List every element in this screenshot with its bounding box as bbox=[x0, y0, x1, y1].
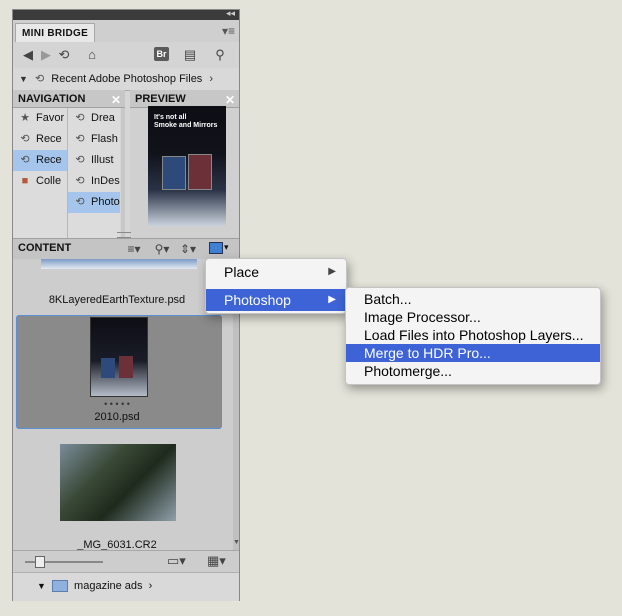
submenu-item-batch[interactable]: Batch... bbox=[346, 290, 600, 308]
folder-icon bbox=[51, 580, 68, 593]
breadcrumb-label[interactable]: Recent Adobe Photoshop Files bbox=[51, 73, 202, 85]
tools-dropdown-icon[interactable]: ▾ bbox=[224, 242, 229, 253]
forward-icon[interactable]: ▶ bbox=[37, 46, 55, 64]
rating-dots[interactable]: • • • • • bbox=[13, 399, 221, 409]
recent-icon: ⟲ bbox=[75, 175, 85, 187]
bridge-icon[interactable]: Br bbox=[154, 47, 169, 61]
sort-icon[interactable]: ≡▾ bbox=[125, 240, 143, 258]
recent-icon: ⟲ bbox=[20, 154, 30, 166]
content-footer: ▭▾ ▦▾ bbox=[13, 550, 239, 573]
close-preview-icon[interactable]: ✕ bbox=[225, 91, 235, 109]
nav-item-collections[interactable]: ■ Colle bbox=[13, 171, 67, 192]
path-chevron-icon[interactable]: › bbox=[149, 580, 153, 592]
panel-menu-icon[interactable]: ▾≡ bbox=[222, 24, 235, 38]
preview-text-2: Smoke and Mirrors bbox=[154, 122, 218, 129]
scroll-down-icon[interactable]: ▼ bbox=[233, 539, 240, 546]
submenu-arrow-icon: ▶ bbox=[328, 294, 336, 305]
nav-item-dreamweaver[interactable]: ⟲ Drea bbox=[68, 108, 120, 129]
nav-item-recent-files[interactable]: ⟲ Rece bbox=[13, 150, 67, 171]
nav-item-flash[interactable]: ⟲ Flash bbox=[68, 129, 120, 150]
tab-mini-bridge[interactable]: MINI BRIDGE bbox=[15, 23, 96, 43]
preview-title: PREVIEW bbox=[135, 93, 186, 105]
recent-icon: ⟲ bbox=[75, 133, 85, 145]
zoom-slider-handle[interactable] bbox=[35, 556, 45, 568]
nav-scrollbar[interactable] bbox=[121, 108, 125, 238]
collection-icon: ■ bbox=[21, 175, 29, 187]
menu-item-label: Place bbox=[224, 264, 260, 280]
thumb-box-right bbox=[119, 356, 133, 378]
stack-icon[interactable]: ⇕▾ bbox=[179, 240, 197, 258]
recent-icon: ⟲ bbox=[75, 196, 85, 208]
breadcrumb-chevron-icon[interactable]: › bbox=[209, 73, 213, 85]
back-icon[interactable]: ◀ bbox=[19, 46, 37, 64]
toolbar: ◀ ▶ ⟲ ⌂ Br ▤ ⚲ bbox=[13, 42, 239, 69]
preview-text-1: It's not all bbox=[154, 114, 187, 121]
navigation-list-secondary: ⟲ Drea ⟲ Flash ⟲ Illust ⟲ InDes ⟲ Photo bbox=[68, 108, 120, 238]
panel-titlebar[interactable]: ◂◂ bbox=[13, 8, 239, 20]
submenu-item-image-processor[interactable]: Image Processor... bbox=[346, 308, 600, 326]
breadcrumb: ▼ ⟲ Recent Adobe Photoshop Files › bbox=[13, 68, 239, 91]
path-bar: ▼ magazine ads › bbox=[13, 572, 239, 601]
view-mode-icon[interactable]: ▭▾ bbox=[167, 552, 186, 570]
tools-menu: Place ▶ Photoshop ▶ bbox=[205, 258, 347, 314]
content-title: CONTENT bbox=[18, 242, 72, 254]
path-dropdown-icon[interactable]: ▼ bbox=[37, 581, 46, 591]
navigation-header: NAVIGATION ✕ bbox=[13, 90, 125, 108]
path-label[interactable]: magazine ads bbox=[74, 580, 143, 592]
content-list: 8KLayeredEarthTexture.psd • • • • • 2010… bbox=[13, 259, 233, 550]
recent-icon: ⟲ bbox=[75, 154, 85, 166]
content-header: CONTENT ≡▾ ⚲▾ ⇕▾ ▾ bbox=[13, 238, 239, 260]
nav-item-illustrator[interactable]: ⟲ Illust bbox=[68, 150, 120, 171]
nav-item-photoshop[interactable]: ⟲ Photo bbox=[68, 192, 120, 213]
grid-view-icon[interactable]: ▦▾ bbox=[207, 552, 226, 570]
star-icon: ★ bbox=[20, 112, 30, 124]
navigation-title: NAVIGATION bbox=[18, 93, 86, 105]
file-name[interactable]: 8KLayeredEarthTexture.psd bbox=[13, 294, 221, 306]
photoshop-submenu: Batch... Image Processor... Load Files i… bbox=[345, 287, 601, 385]
preview-image: It's not all Smoke and Mirrors bbox=[148, 106, 226, 226]
filter-icon[interactable]: ⚲▾ bbox=[153, 240, 171, 258]
submenu-item-merge-hdr[interactable]: Merge to HDR Pro... bbox=[346, 344, 600, 362]
collapse-icon[interactable]: ◂◂ bbox=[226, 8, 235, 19]
recent-icon: ⟲ bbox=[20, 133, 30, 145]
view-options-icon[interactable]: ▤ bbox=[181, 46, 199, 64]
tools-icon[interactable] bbox=[209, 242, 223, 254]
file-name[interactable]: _MG_6031.CR2 bbox=[13, 539, 221, 550]
menu-item-label: Photoshop bbox=[224, 292, 291, 308]
search-icon[interactable]: ⚲ bbox=[211, 46, 229, 64]
menu-item-place[interactable]: Place ▶ bbox=[206, 261, 346, 283]
thumb-mg-6031[interactable] bbox=[60, 444, 176, 521]
file-name[interactable]: 2010.psd bbox=[13, 411, 221, 423]
submenu-item-photomerge[interactable]: Photomerge... bbox=[346, 362, 600, 380]
thumb-earth-texture[interactable] bbox=[41, 259, 197, 269]
nav-item-recent-folders[interactable]: ⟲ Rece bbox=[13, 129, 67, 150]
nav-item-indesign[interactable]: ⟲ InDes bbox=[68, 171, 120, 192]
breadcrumb-dropdown-icon[interactable]: ▼ bbox=[19, 74, 28, 84]
nav-item-favorites[interactable]: ★ Favor bbox=[13, 108, 67, 129]
panel-tab-row: MINI BRIDGE ▾≡ bbox=[13, 20, 239, 43]
navigation-list-primary: ★ Favor ⟲ Rece ⟲ Rece ■ Colle bbox=[13, 108, 68, 238]
preview-box-left bbox=[162, 156, 186, 190]
close-navigation-icon[interactable]: ✕ bbox=[111, 91, 121, 109]
recent-icon: ⟲ bbox=[75, 112, 85, 124]
thumb-box-left bbox=[101, 358, 115, 378]
thumb-2010[interactable] bbox=[90, 317, 148, 397]
submenu-item-load-layers[interactable]: Load Files into Photoshop Layers... bbox=[346, 326, 600, 344]
submenu-arrow-icon: ▶ bbox=[328, 266, 336, 277]
home-icon[interactable]: ⌂ bbox=[83, 46, 101, 64]
recent-files-icon[interactable]: ⟲ bbox=[55, 46, 73, 64]
recent-clock-icon: ⟲ bbox=[34, 73, 45, 85]
menu-item-photoshop[interactable]: Photoshop ▶ bbox=[206, 289, 346, 311]
preview-box-right bbox=[188, 154, 212, 190]
